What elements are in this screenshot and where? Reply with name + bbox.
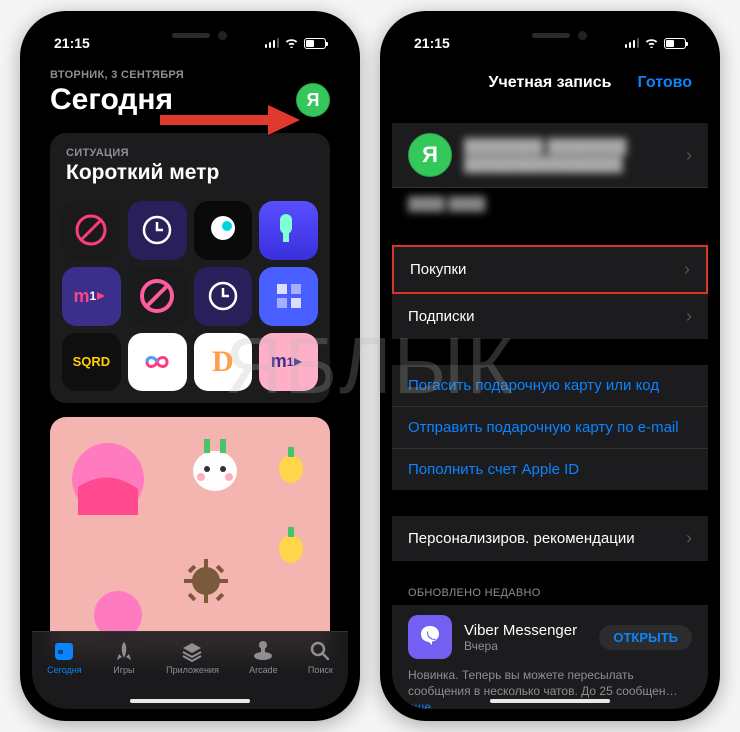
card-title: Короткий метр	[66, 161, 314, 185]
app-icon[interactable]	[128, 333, 187, 392]
app-icon[interactable]: SQRD	[62, 333, 121, 392]
home-indicator[interactable]	[130, 699, 250, 703]
search-icon	[308, 640, 332, 662]
tab-games[interactable]: Игры	[112, 640, 136, 675]
app-grid: m1 SQRD D m1	[50, 195, 330, 403]
subscriptions-row[interactable]: Подписки ›	[392, 294, 708, 339]
phone-left: 21:15 ВТОРНИК, 3 СЕНТЯБРЯ Сегодня Я	[20, 11, 360, 721]
notch	[470, 23, 630, 49]
updated-recently-header: ОБНОВЛЕНО НЕДАВНО	[392, 587, 708, 605]
app-icon[interactable]: m1	[259, 333, 318, 392]
wifi-icon	[644, 36, 659, 51]
chevron-right-icon: ›	[684, 259, 690, 280]
app-icon[interactable]: m1	[62, 267, 121, 326]
add-funds-row[interactable]: Пополнить счет Apple ID	[392, 449, 708, 490]
app-icon[interactable]: D	[194, 333, 253, 392]
story-card-pixel[interactable]	[50, 417, 330, 657]
annotation-arrow	[160, 105, 300, 135]
account-profile-row[interactable]: Я ████████ ████████ ████████████████ ›	[392, 123, 708, 188]
home-indicator[interactable]	[490, 699, 610, 703]
arcade-icon	[251, 640, 275, 662]
account-name: ████████ ████████	[464, 137, 674, 155]
open-button[interactable]: ОТКРЫТЬ	[599, 625, 692, 650]
tab-apps[interactable]: Приложения	[166, 640, 219, 675]
tab-label: Игры	[113, 665, 134, 675]
row-label: Персонализиров. рекомендации	[408, 530, 635, 547]
app-icon[interactable]	[128, 201, 187, 260]
status-time: 21:15	[414, 35, 450, 51]
battery-icon	[664, 38, 686, 49]
row-label: Подписки	[408, 308, 475, 325]
card-eyebrow: СИТУАЦИЯ	[66, 147, 314, 159]
chevron-right-icon: ›	[686, 145, 692, 166]
tab-label: Поиск	[308, 665, 333, 675]
chevron-right-icon: ›	[686, 306, 692, 327]
purchases-row[interactable]: Покупки ›	[392, 245, 708, 294]
app-name: Viber Messenger	[464, 622, 587, 639]
today-icon	[52, 640, 76, 662]
update-item: Viber Messenger Вчера ОТКРЫТЬ Новинка. Т…	[392, 605, 708, 709]
more-link[interactable]: еще	[408, 700, 431, 709]
account-email: ████████████████	[464, 155, 674, 173]
done-button[interactable]: Готово	[638, 74, 692, 92]
app-icon[interactable]	[128, 267, 187, 326]
battery-icon	[304, 38, 326, 49]
tab-bar: Сегодня Игры Приложения Arcade Поиск	[32, 631, 348, 709]
send-gift-row[interactable]: Отправить подарочную карту по e-mail	[392, 407, 708, 449]
avatar: Я	[408, 133, 452, 177]
tab-label: Arcade	[249, 665, 278, 675]
row-label: Отправить подарочную карту по e-mail	[408, 419, 679, 436]
phone-right: 21:15 Учетная запись Готово Я ████████ █…	[380, 11, 720, 721]
layers-icon	[180, 640, 204, 662]
app-icon[interactable]	[62, 201, 121, 260]
tab-label: Сегодня	[47, 665, 82, 675]
wifi-icon	[284, 36, 299, 51]
credit-balance: ████ ████	[392, 188, 708, 219]
personalized-row[interactable]: Персонализиров. рекомендации ›	[392, 516, 708, 561]
account-avatar[interactable]: Я	[296, 83, 330, 117]
redeem-row[interactable]: Погасить подарочную карту или код	[392, 365, 708, 407]
date-label: ВТОРНИК, 3 СЕНТЯБРЯ	[50, 69, 330, 81]
rocket-icon	[112, 640, 136, 662]
tab-today[interactable]: Сегодня	[47, 640, 82, 675]
row-label: Пополнить счет Apple ID	[408, 461, 579, 478]
app-icon[interactable]	[194, 201, 253, 260]
row-label: Покупки	[410, 261, 466, 278]
notch	[110, 23, 270, 49]
nav-bar: Учетная запись Готово	[392, 63, 708, 103]
tab-label: Приложения	[166, 665, 219, 675]
tab-search[interactable]: Поиск	[308, 640, 333, 675]
app-icon[interactable]	[194, 267, 253, 326]
nav-title: Учетная запись	[489, 74, 612, 92]
page-title: Сегодня	[50, 83, 173, 117]
update-time: Вчера	[464, 639, 587, 653]
app-icon[interactable]	[259, 267, 318, 326]
chevron-right-icon: ›	[686, 528, 692, 549]
app-icon[interactable]	[259, 201, 318, 260]
status-time: 21:15	[54, 35, 90, 51]
viber-icon[interactable]	[408, 615, 452, 659]
story-card-apps[interactable]: СИТУАЦИЯ Короткий метр m1 SQRD D m1	[50, 133, 330, 403]
row-label: Погасить подарочную карту или код	[408, 377, 659, 394]
tab-arcade[interactable]: Arcade	[249, 640, 278, 675]
